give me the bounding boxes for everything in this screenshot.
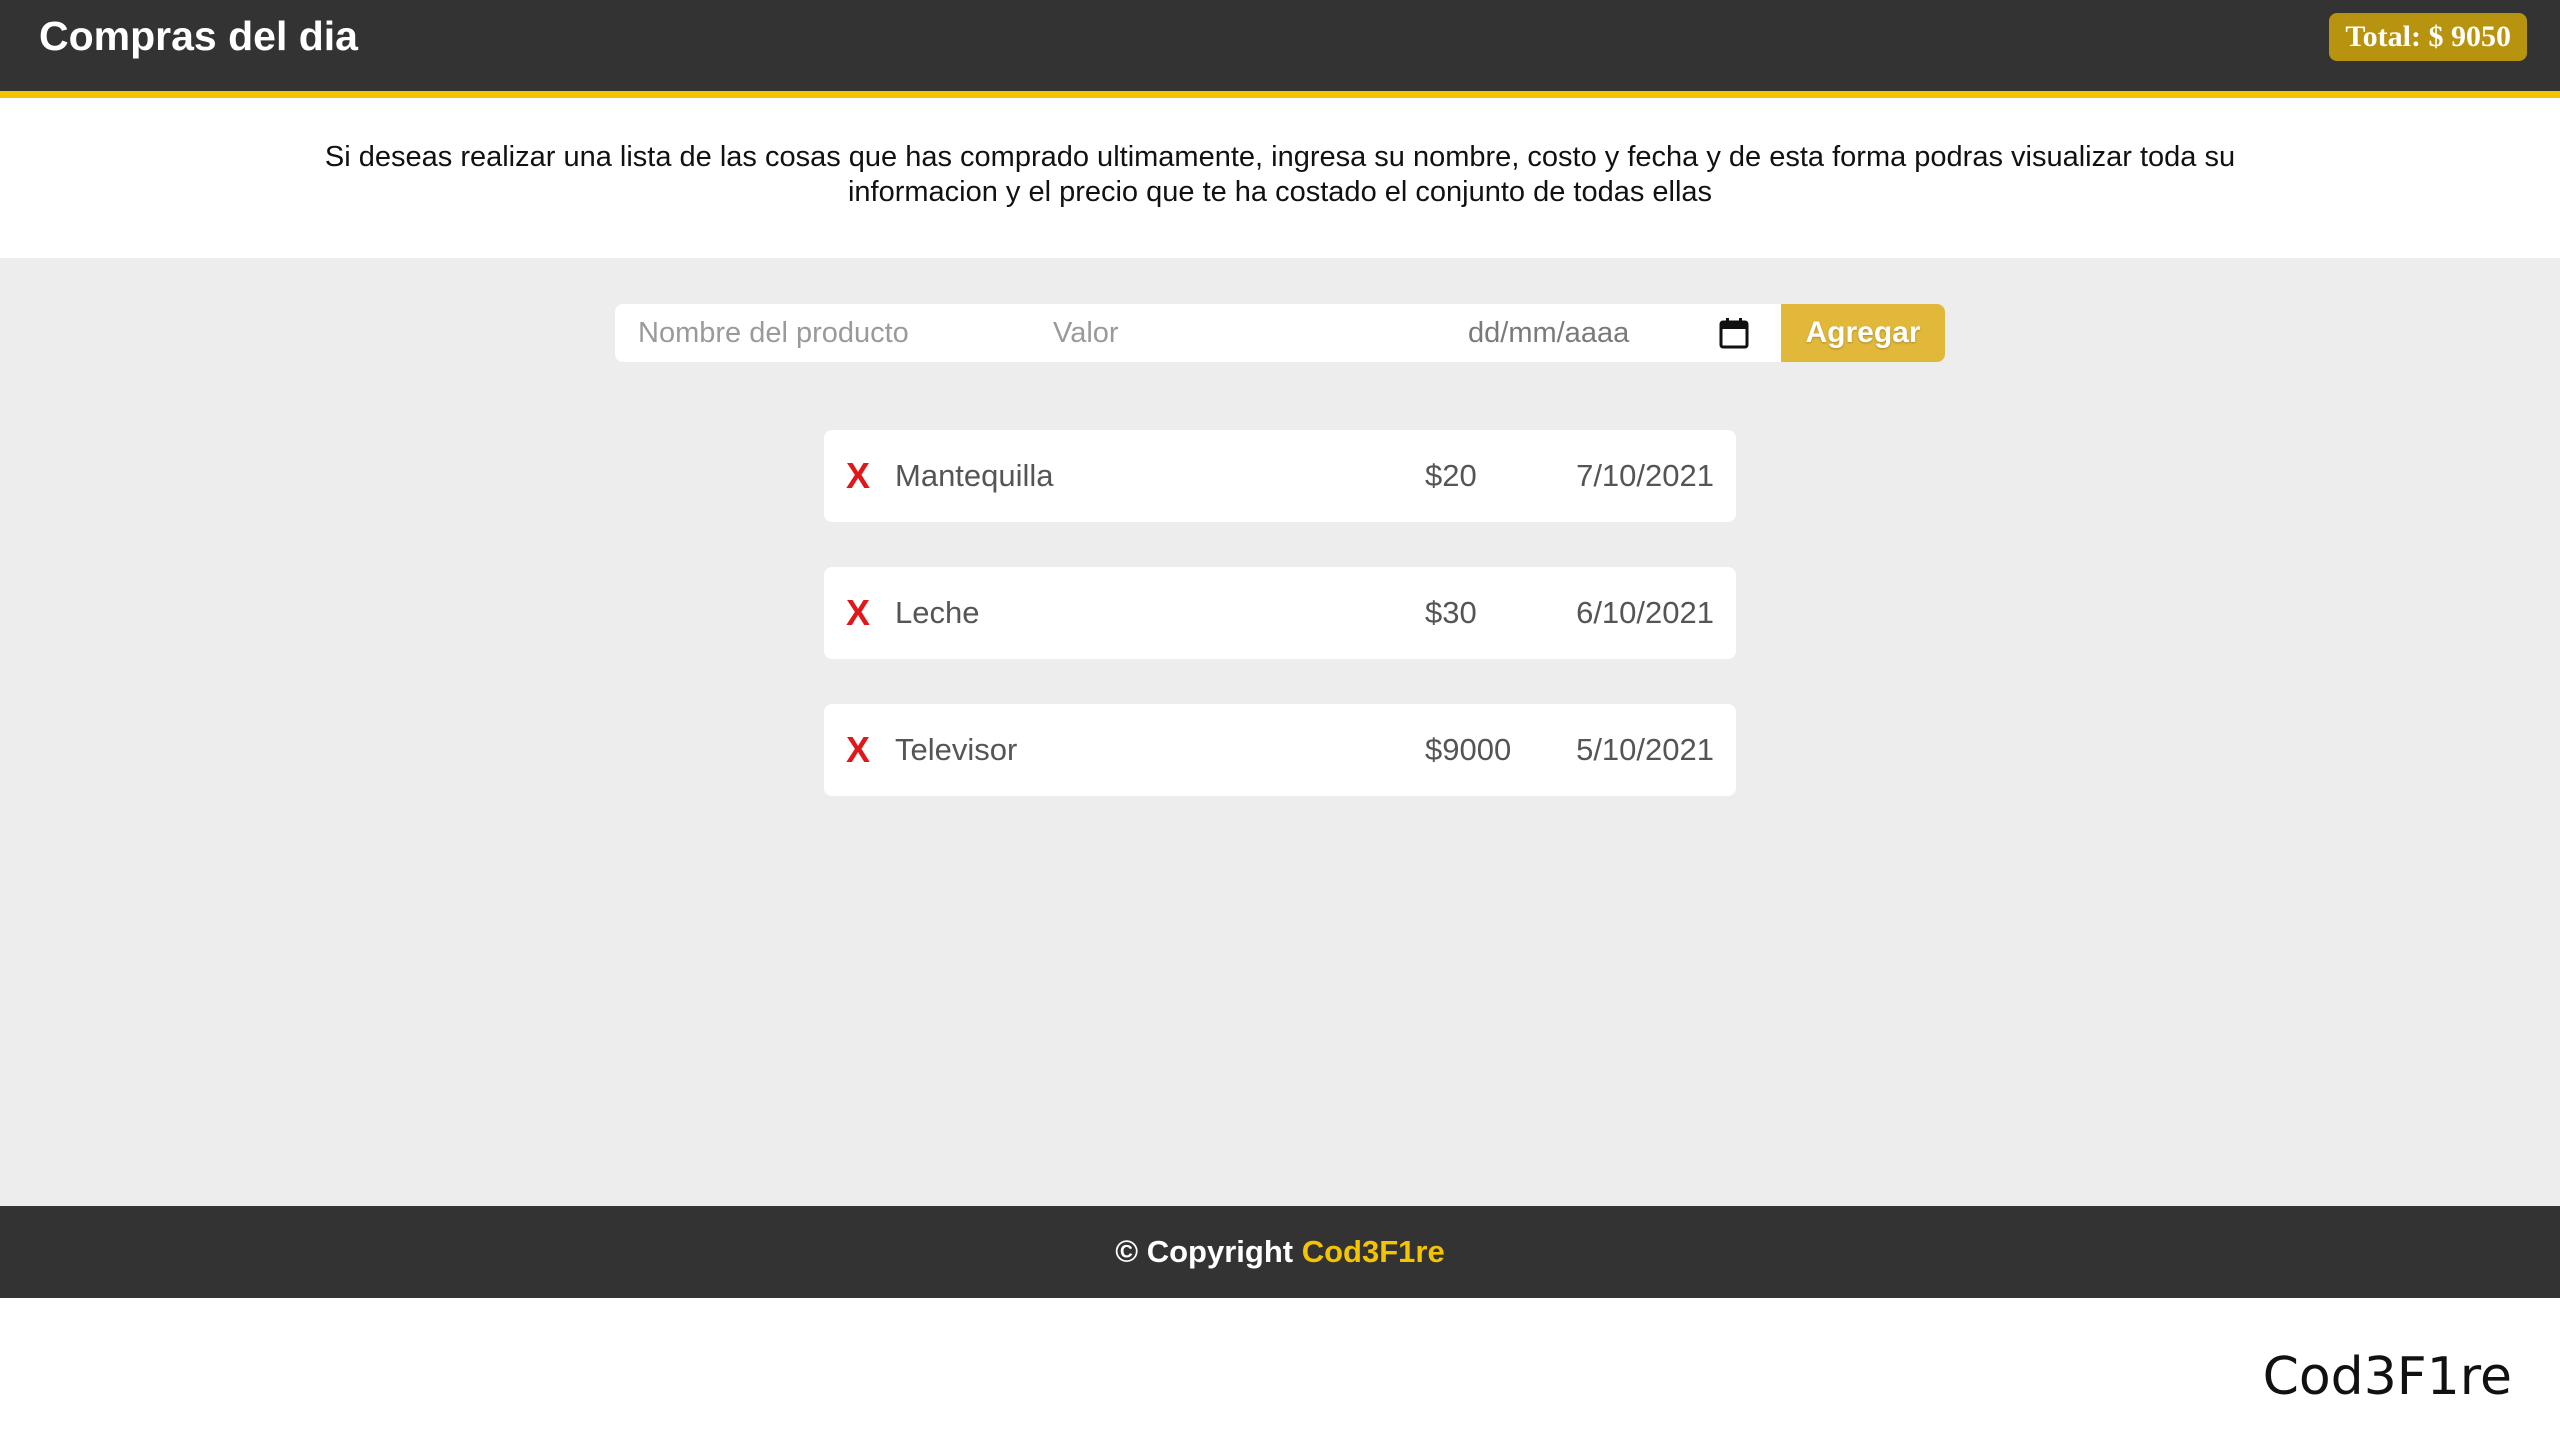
item-price: $30 — [1425, 595, 1477, 630]
app-footer: © Copyright Cod3F1re — [0, 1206, 2560, 1298]
item-name: Mantequilla — [895, 458, 1054, 493]
item-price: $9000 — [1425, 732, 1512, 767]
item-date: 6/10/2021 — [1576, 595, 1714, 630]
main-content: dd/mm/aaaa Agregar X Mantequilla $20 7/1… — [0, 258, 2560, 1206]
footer-brand: Cod3F1re — [1301, 1234, 1445, 1269]
watermark: Cod3F1re — [2262, 1347, 2512, 1407]
copyright-prefix: © Copyright — [1115, 1234, 1302, 1269]
add-product-form: dd/mm/aaaa Agregar — [615, 304, 1945, 362]
purchase-list: X Mantequilla $20 7/10/2021 X Leche $30 … — [824, 430, 1736, 841]
add-button[interactable]: Agregar — [1781, 304, 1945, 362]
intro-section: Si deseas realizar una lista de las cosa… — [0, 98, 2560, 258]
delete-icon[interactable]: X — [846, 452, 876, 500]
product-value-input[interactable] — [1053, 304, 1433, 362]
item-date: 5/10/2021 — [1576, 732, 1714, 767]
page-title: Compras del dia — [39, 13, 358, 59]
total-badge: Total: $ 9050 — [2329, 13, 2527, 61]
item-name: Televisor — [895, 732, 1018, 767]
delete-icon[interactable]: X — [846, 726, 876, 774]
date-input[interactable]: dd/mm/aaaa — [1468, 304, 1629, 362]
delete-icon[interactable]: X — [846, 589, 876, 637]
copyright-text: © Copyright Cod3F1re — [1115, 1234, 1444, 1269]
list-item: X Televisor $9000 5/10/2021 — [824, 704, 1736, 796]
app-header: Compras del dia Total: $ 9050 — [0, 0, 2560, 98]
intro-text: Si deseas realizar una lista de las cosa… — [324, 141, 2236, 208]
item-date: 7/10/2021 — [1576, 458, 1714, 493]
list-item: X Leche $30 6/10/2021 — [824, 567, 1736, 659]
item-price: $20 — [1425, 458, 1477, 493]
calendar-icon[interactable] — [1719, 317, 1749, 349]
form-fields: dd/mm/aaaa — [615, 304, 1781, 362]
list-item: X Mantequilla $20 7/10/2021 — [824, 430, 1736, 522]
item-name: Leche — [895, 595, 980, 630]
product-name-input[interactable] — [638, 304, 1018, 362]
